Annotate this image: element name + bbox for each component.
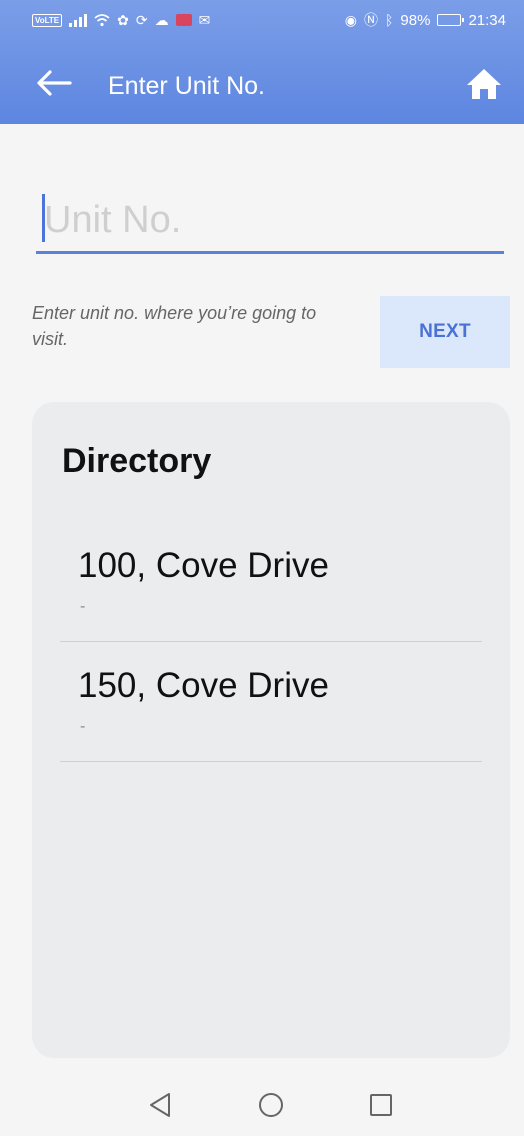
- nav-back-button[interactable]: [145, 1090, 175, 1120]
- triangle-back-icon: [150, 1093, 170, 1117]
- input-underline: [36, 251, 504, 254]
- directory-item-subtitle: -: [80, 718, 86, 735]
- bluetooth-icon: ᛒ: [385, 12, 394, 28]
- directory-item-name: 100, Cove Drive: [78, 546, 329, 585]
- app-notification-icon: [175, 14, 192, 26]
- directory-item[interactable]: 100, Cove Drive -: [60, 522, 482, 642]
- top-bar: VoLTE ✿ ⟳ ☁ ✉ ◉ Ⓝ ᛒ 98% 21:34 Enter Unit…: [0, 0, 524, 124]
- battery-percent: 98%: [400, 11, 431, 29]
- screen: VoLTE ✿ ⟳ ☁ ✉ ◉ Ⓝ ᛒ 98% 21:34 Enter Unit…: [0, 0, 524, 1136]
- battery-icon: [437, 14, 465, 26]
- system-nav-bar: [0, 1070, 524, 1136]
- unit-input-wrapper: [36, 190, 504, 256]
- nav-recents-button[interactable]: [366, 1090, 396, 1120]
- next-button[interactable]: NEXT: [380, 296, 510, 368]
- back-button[interactable]: [36, 70, 72, 96]
- arrow-left-icon: [37, 70, 72, 96]
- directory-card: Directory 100, Cove Drive - 150, Cove Dr…: [32, 402, 510, 1058]
- home-icon: [467, 69, 501, 99]
- directory-item-subtitle: -: [80, 598, 86, 615]
- directory-list: 100, Cove Drive - 150, Cove Drive -: [60, 522, 482, 762]
- nfc-icon: Ⓝ: [364, 12, 379, 28]
- unit-number-input[interactable]: [36, 190, 504, 250]
- status-bar: VoLTE ✿ ⟳ ☁ ✉ ◉ Ⓝ ᛒ 98% 21:34: [0, 0, 524, 40]
- notification-icon: ✿: [117, 12, 129, 28]
- directory-item[interactable]: 150, Cove Drive -: [60, 642, 482, 762]
- signal-icon: [69, 13, 88, 27]
- text-cursor: [42, 194, 45, 242]
- mail-icon: ✉: [198, 12, 211, 28]
- eye-icon: ◉: [344, 12, 358, 28]
- circle-home-icon: [259, 1093, 283, 1117]
- status-left: VoLTE ✿ ⟳ ☁ ✉: [32, 13, 210, 27]
- hint-text: Enter unit no. where you’re going to vis…: [32, 303, 317, 349]
- clock: 21:34: [468, 11, 506, 29]
- directory-item-name: 150, Cove Drive: [78, 666, 329, 705]
- directory-title: Directory: [62, 442, 212, 480]
- nav-home-button[interactable]: [256, 1090, 286, 1120]
- page-title: Enter Unit No.: [108, 72, 266, 100]
- square-recents-icon: [370, 1094, 392, 1116]
- volte-badge: VoLTE: [32, 13, 63, 27]
- sync-icon: ⟳: [135, 12, 148, 28]
- wifi-icon: [94, 13, 110, 27]
- status-right: ◉ Ⓝ ᛒ 98% 21:34: [345, 12, 506, 29]
- home-button[interactable]: [466, 68, 502, 100]
- app-bar: Enter Unit No.: [0, 40, 524, 124]
- cloud-icon: ☁: [154, 12, 169, 28]
